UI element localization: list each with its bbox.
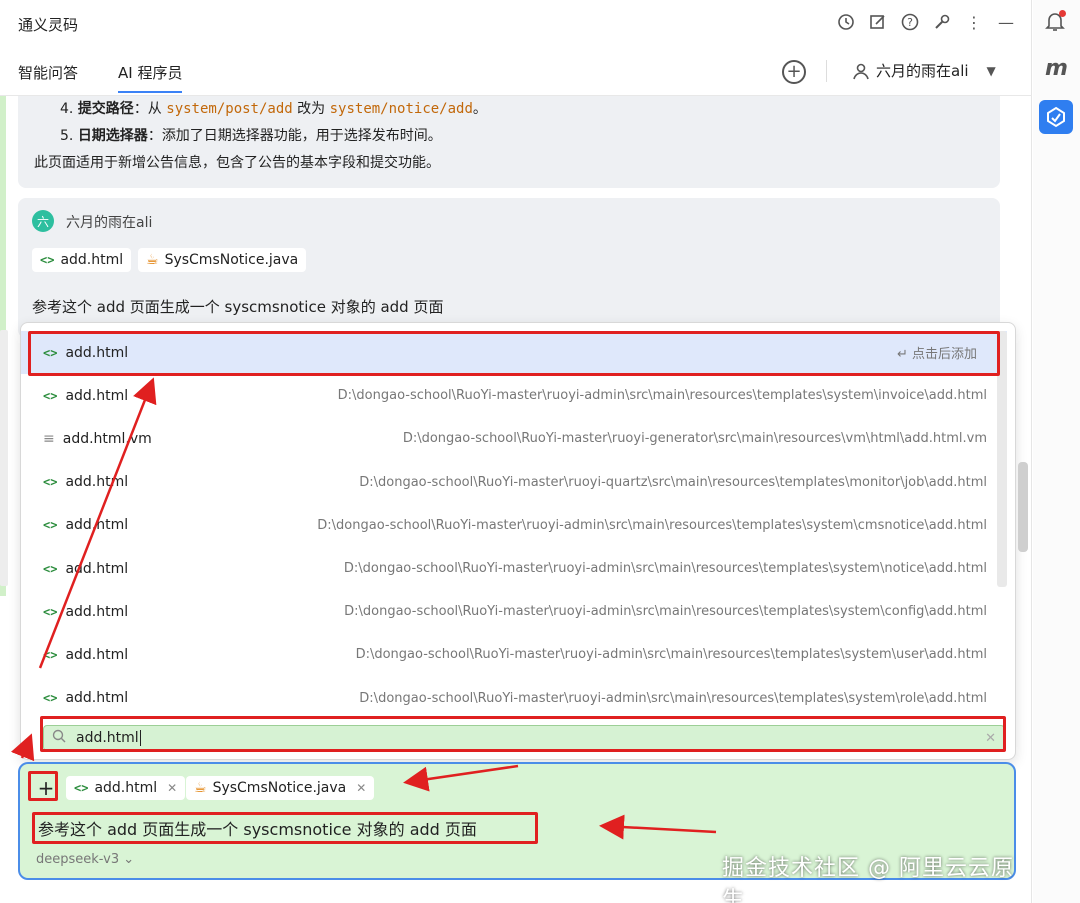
svg-text:?: ? <box>907 16 913 29</box>
history-icon[interactable] <box>834 10 858 34</box>
code-icon: <> <box>43 345 58 360</box>
add-context-button[interactable]: + <box>34 776 58 800</box>
context-chip[interactable]: <> add.html ✕ <box>66 776 186 800</box>
close-icon[interactable]: ✕ <box>356 781 366 795</box>
code-icon: <> <box>43 518 58 533</box>
clear-icon[interactable]: ✕ <box>985 731 996 746</box>
search-value: add.html <box>76 730 139 746</box>
lingma-logo-icon[interactable] <box>1039 100 1073 134</box>
text-cursor <box>139 730 141 746</box>
edit-icon[interactable] <box>866 10 890 34</box>
java-cup-icon: ☕ <box>146 252 159 268</box>
list-item[interactable]: <> add.html D:\dongao-school\RuoYi-maste… <box>21 633 1007 676</box>
chevron-down-icon: ▼ <box>986 63 996 78</box>
user-icon <box>853 63 869 79</box>
tongyi-lingma-panel: 通义灵码 ? ⋮ — 智能问答 AI 程序员 + 六月的雨在ali ▼ 4. 提… <box>0 0 1032 903</box>
tab-smart-qa[interactable]: 智能问答 <box>18 62 78 83</box>
more-vertical-icon[interactable]: ⋮ <box>962 10 986 34</box>
user-name: 六月的雨在ali <box>876 62 969 80</box>
user-menu[interactable]: 六月的雨在ali ▼ <box>852 60 996 81</box>
tab-ai-programmer[interactable]: AI 程序员 <box>118 62 183 93</box>
minimize-icon[interactable]: — <box>994 10 1018 34</box>
input-text[interactable]: 参考这个 add 页面生成一个 syscmsnotice 对象的 add 页面 <box>38 816 477 840</box>
right-sidebar: m <box>1033 0 1080 903</box>
list-item[interactable]: <> add.html D:\dongao-school\RuoYi-maste… <box>21 504 1007 547</box>
click-to-add-hint: ↵ 点击后添加 <box>896 347 977 363</box>
text-lines-icon: ≡ <box>43 430 55 447</box>
code-icon: <> <box>43 388 58 403</box>
file-list: <> add.html ↵ 点击后添加 <> add.html D:\donga… <box>21 331 1007 720</box>
search-icon <box>52 729 66 747</box>
list-item[interactable]: <> add.html D:\dongao-school\RuoYi-maste… <box>21 590 1007 633</box>
window-title: 通义灵码 <box>18 16 79 34</box>
code-icon: <> <box>43 604 58 619</box>
context-chip[interactable]: ☕ SysCmsNotice.java ✕ <box>186 776 375 800</box>
java-cup-icon: ☕ <box>194 780 207 796</box>
model-selector[interactable]: deepseek-v3 ⌄ <box>36 852 134 867</box>
message-text: 参考这个 add 页面生成一个 syscmsnotice 对象的 add 页面 <box>32 298 444 316</box>
code-icon: <> <box>74 781 89 795</box>
file-search-popup: <> add.html ↵ 点击后添加 <> add.html D:\donga… <box>20 322 1016 760</box>
user-message: 六 六月的雨在ali <> add.html ☕ SysCmsNotice.ja… <box>18 198 1000 338</box>
help-icon[interactable]: ? <box>898 10 922 34</box>
code-icon: <> <box>43 561 58 576</box>
code-icon: <> <box>43 475 58 490</box>
new-chat-icon[interactable]: + <box>782 60 806 84</box>
list-item[interactable]: <> add.html D:\dongao-school\RuoYi-maste… <box>21 461 1007 504</box>
avatar: 六 <box>32 210 54 232</box>
m-icon[interactable]: m <box>1045 56 1068 81</box>
title-bar: 通义灵码 ? ⋮ — <box>0 0 1032 46</box>
notification-badge <box>1059 10 1066 17</box>
close-icon[interactable]: ✕ <box>167 781 177 795</box>
title-toolbar: ? ⋮ — <box>834 10 1018 34</box>
watermark: 掘金技术社区 @ 阿里云云原生 <box>722 856 1014 903</box>
list-item[interactable]: <> add.html ↵ 点击后添加 <box>21 331 1007 375</box>
code-icon: <> <box>43 691 58 706</box>
assistant-message: 4. 提交路径：从 system/post/add 改为 system/noti… <box>18 96 1000 188</box>
page-scrollbar[interactable] <box>1018 462 1028 552</box>
list-item[interactable]: <> add.html D:\dongao-school\RuoYi-maste… <box>21 547 1007 590</box>
file-chip[interactable]: ☕ SysCmsNotice.java <box>138 248 307 272</box>
summary-text: 此页面适用于新增公告信息，包含了公告的基本字段和提交功能。 <box>34 155 440 171</box>
message-author: 六月的雨在ali <box>66 215 153 231</box>
file-search-input[interactable]: add.html ✕ <box>43 725 1005 751</box>
file-chip[interactable]: <> add.html <box>32 248 132 272</box>
wrench-icon[interactable] <box>930 10 954 34</box>
list-item: 4. 提交路径：从 system/post/add 改为 system/noti… <box>60 101 487 117</box>
code-icon: <> <box>40 253 55 267</box>
divider <box>826 60 827 82</box>
list-item[interactable]: <> add.html D:\dongao-school\RuoYi-maste… <box>21 374 1007 417</box>
list-item[interactable]: <> add.html D:\dongao-school\RuoYi-maste… <box>21 677 1007 720</box>
tab-bar: 智能问答 AI 程序员 + 六月的雨在ali ▼ <box>0 52 1032 96</box>
list-item: 5. 日期选择器：添加了日期选择器功能，用于选择发布时间。 <box>60 128 442 144</box>
left-scrollbar[interactable] <box>0 330 8 586</box>
popup-scrollbar[interactable] <box>997 331 1007 587</box>
code-icon: <> <box>43 647 58 662</box>
list-item[interactable]: ≡ add.html.vm D:\dongao-school\RuoYi-mas… <box>21 417 1007 460</box>
